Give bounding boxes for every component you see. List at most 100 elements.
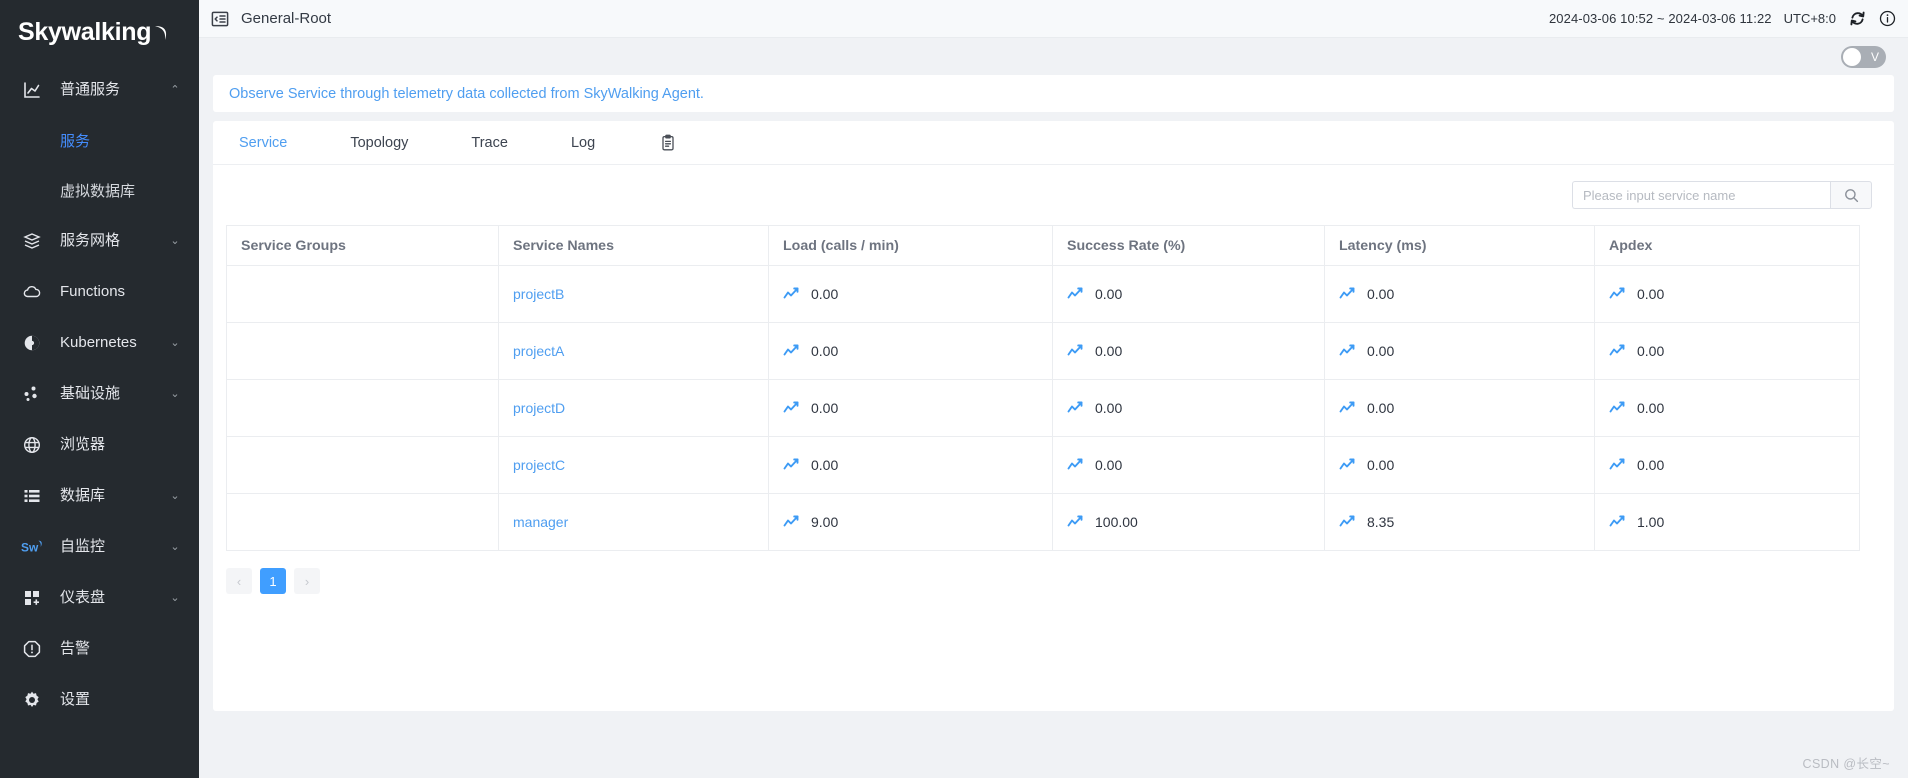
chevron-down-icon[interactable]: ⌄ [165,387,185,400]
sidebar-item-label: 告警 [60,640,91,657]
watermark: CSDN @长空~ [1802,757,1890,771]
search-icon[interactable] [1830,181,1872,209]
sidebar-item-kubernetes[interactable]: Kubernetes ⌄ [0,317,199,368]
clipboard-icon[interactable] [658,133,678,153]
topbar-right-group: 2024-03-06 10:52 ~ 2024-03-06 11:22 UTC+… [1549,10,1896,28]
cell-service-name[interactable]: projectC [498,436,769,494]
trend-line-icon[interactable] [1067,457,1083,473]
time-range-picker[interactable]: 2024-03-06 10:52 ~ 2024-03-06 11:22 [1549,11,1772,26]
cell-load: 0.00 [768,322,1053,380]
tab-trace[interactable]: Trace [471,121,508,165]
chevron-down-icon[interactable]: ⌄ [165,591,185,604]
sidebar-item-settings[interactable]: 设置 [0,674,199,725]
sidebar-item-label: 数据库 [60,487,106,504]
column-header-apdex[interactable]: Apdex [1594,225,1860,266]
sidebar-item-label: 服务网格 [60,232,121,249]
sidebar-item-functions[interactable]: Functions [0,266,199,317]
latency-value: 0.00 [1367,457,1395,473]
cell-success-rate: 0.00 [1052,265,1325,323]
trend-line-icon[interactable] [1067,343,1083,359]
table-row[interactable]: projectA 0.00 0.00 0.00 0.00 [226,322,1860,380]
trend-line-icon[interactable] [783,400,799,416]
trend-line-icon[interactable] [1339,400,1355,416]
pagination-prev[interactable]: ‹ [226,568,252,594]
column-header-service-names[interactable]: Service Names [498,225,769,266]
pagination-page-1[interactable]: 1 [260,568,286,594]
info-circle-icon[interactable] [1878,10,1896,28]
success-rate-value: 100.00 [1095,514,1138,530]
sidebar-item-self-monitoring[interactable]: Sw 自监控 ⌄ [0,521,199,572]
tab-service[interactable]: Service [239,121,287,165]
service-link[interactable]: manager [513,514,568,530]
sidebar-item-service-mesh[interactable]: 服务网格 ⌄ [0,215,199,266]
table-row[interactable]: projectC 0.00 0.00 0.00 0.00 [226,436,1860,494]
search-input[interactable] [1572,181,1830,209]
cell-service-name[interactable]: projectD [498,379,769,437]
service-link[interactable]: projectD [513,400,565,416]
chevron-down-icon[interactable]: ⌄ [165,540,185,553]
auto-refresh-toggle[interactable]: V [1841,45,1886,68]
sidebar-item-dashboard[interactable]: 仪表盘 ⌄ [0,572,199,623]
trend-line-icon[interactable] [1609,343,1625,359]
table-row[interactable]: projectB 0.00 0.00 0.00 0.00 [226,265,1860,323]
trend-line-icon[interactable] [1067,286,1083,302]
sidebar-subitem-label: 虚拟数据库 [60,182,136,200]
trend-line-icon[interactable] [783,286,799,302]
trend-line-icon[interactable] [1609,286,1625,302]
trend-line-icon[interactable] [783,457,799,473]
sidebar-item-service[interactable]: 服务 [0,115,199,165]
sidebar-item-database[interactable]: 数据库 ⌄ [0,470,199,521]
search-row [213,165,1894,225]
trend-line-icon[interactable] [1339,286,1355,302]
svg-text:Sw: Sw [21,540,39,554]
latency-value: 0.00 [1367,400,1395,416]
service-link[interactable]: projectC [513,457,565,473]
cell-latency: 0.00 [1324,322,1595,380]
column-header-load[interactable]: Load (calls / min) [768,225,1053,266]
apdex-value: 0.00 [1637,343,1665,359]
sidebar-item-infrastructure[interactable]: 基础设施 ⌄ [0,368,199,419]
trend-line-icon[interactable] [783,514,799,530]
sidebar-item-browser[interactable]: 浏览器 [0,419,199,470]
trend-line-icon[interactable] [1609,400,1625,416]
sidebar-item-general-service[interactable]: 普通服务 ⌃ [0,64,199,115]
tab-topology[interactable]: Topology [350,121,408,165]
brand-logo[interactable]: Skywalking [0,0,199,64]
table-row[interactable]: projectD 0.00 0.00 0.00 0.00 [226,379,1860,437]
trend-line-icon[interactable] [1339,343,1355,359]
chevron-up-icon[interactable]: ⌃ [165,83,185,96]
column-header-service-groups[interactable]: Service Groups [226,225,499,266]
column-header-latency[interactable]: Latency (ms) [1324,225,1595,266]
cell-service-name[interactable]: projectA [498,322,769,380]
service-link[interactable]: projectA [513,343,564,359]
load-value: 0.00 [811,457,839,473]
pagination-next[interactable]: › [294,568,320,594]
trend-line-icon[interactable] [1339,514,1355,530]
service-table: Service Groups Service Names Load (calls… [226,225,1860,551]
chevron-down-icon[interactable]: ⌄ [165,336,185,349]
cell-apdex: 0.00 [1594,379,1860,437]
chevron-down-icon[interactable]: ⌄ [165,234,185,247]
trend-line-icon[interactable] [1609,514,1625,530]
success-rate-value: 0.00 [1095,343,1123,359]
tab-log[interactable]: Log [571,121,595,165]
sidebar-item-virtual-database[interactable]: 虚拟数据库 [0,165,199,215]
trend-line-icon[interactable] [1609,457,1625,473]
cell-service-name[interactable]: projectB [498,265,769,323]
trend-line-icon[interactable] [783,343,799,359]
globe-icon [21,434,43,456]
alert-octagon-icon [21,638,43,660]
service-link[interactable]: projectB [513,286,564,302]
chevron-down-icon[interactable]: ⌄ [165,489,185,502]
trend-line-icon[interactable] [1067,400,1083,416]
collapse-sidebar-icon[interactable] [209,8,231,30]
sidebar-item-alarm[interactable]: 告警 [0,623,199,674]
trend-line-icon[interactable] [1067,514,1083,530]
mesh-layers-icon [21,230,43,252]
latency-value: 8.35 [1367,514,1395,530]
cell-service-name[interactable]: manager [498,493,769,551]
refresh-icon[interactable] [1848,10,1866,28]
table-row[interactable]: manager 9.00 100.00 8.35 1.00 [226,493,1860,551]
trend-line-icon[interactable] [1339,457,1355,473]
column-header-success-rate[interactable]: Success Rate (%) [1052,225,1325,266]
